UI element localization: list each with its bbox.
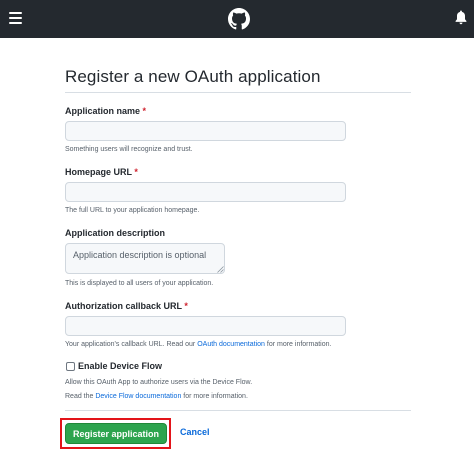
callback-url-label-row: Authorization callback URL * xyxy=(65,301,188,311)
enable-device-flow-checkbox[interactable] xyxy=(66,362,75,371)
cancel-link[interactable]: Cancel xyxy=(180,427,210,437)
bell-icon[interactable] xyxy=(455,10,467,25)
app-name-label: Application name xyxy=(65,106,141,116)
required-mark: * xyxy=(184,301,188,311)
oauth-documentation-link[interactable]: OAuth documentation xyxy=(197,341,265,348)
device-flow-documentation-link[interactable]: Device Flow documentation xyxy=(95,393,181,400)
device-flow-doc-hint-text: Read the xyxy=(65,393,96,400)
required-mark: * xyxy=(142,106,147,116)
actions-divider xyxy=(65,410,411,411)
homepage-url-label: Homepage URL xyxy=(65,167,132,177)
description-label: Application description xyxy=(65,228,166,238)
callback-url-label: Authorization callback URL xyxy=(65,301,182,311)
callback-url-hint-text: Your application's callback URL. Read ou… xyxy=(65,341,198,348)
callback-url-input[interactable] xyxy=(65,316,346,336)
device-flow-doc-hint: Read the Device Flow documentation for m… xyxy=(65,393,248,400)
github-octocat-icon[interactable] xyxy=(228,8,250,30)
app-name-hint: Something users will recognize and trust… xyxy=(65,146,193,153)
top-navigation-bar xyxy=(0,0,474,38)
page-title: Register a new OAuth application xyxy=(65,67,321,86)
homepage-url-input[interactable] xyxy=(65,182,346,202)
app-name-label-row: Application name * xyxy=(65,106,146,116)
device-flow-hint: Allow this OAuth App to authorize users … xyxy=(65,379,253,386)
callback-url-hint-text-end: for more information. xyxy=(264,341,332,348)
homepage-url-label-row: Homepage URL * xyxy=(65,167,138,177)
description-hint: This is displayed to all users of your a… xyxy=(65,280,214,287)
description-textarea[interactable] xyxy=(65,243,225,274)
app-name-input[interactable] xyxy=(65,121,346,141)
register-application-button[interactable]: Register application xyxy=(65,423,167,444)
enable-device-flow-label[interactable]: Enable Device Flow xyxy=(78,361,162,371)
hamburger-icon[interactable] xyxy=(9,12,22,24)
callback-url-hint: Your application's callback URL. Read ou… xyxy=(65,341,331,348)
homepage-url-hint: The full URL to your application homepag… xyxy=(65,207,200,214)
device-flow-doc-hint-text-end: for more information. xyxy=(181,393,248,400)
required-mark: * xyxy=(134,167,138,177)
resize-grip-icon[interactable] xyxy=(217,266,224,273)
title-divider xyxy=(65,92,411,93)
